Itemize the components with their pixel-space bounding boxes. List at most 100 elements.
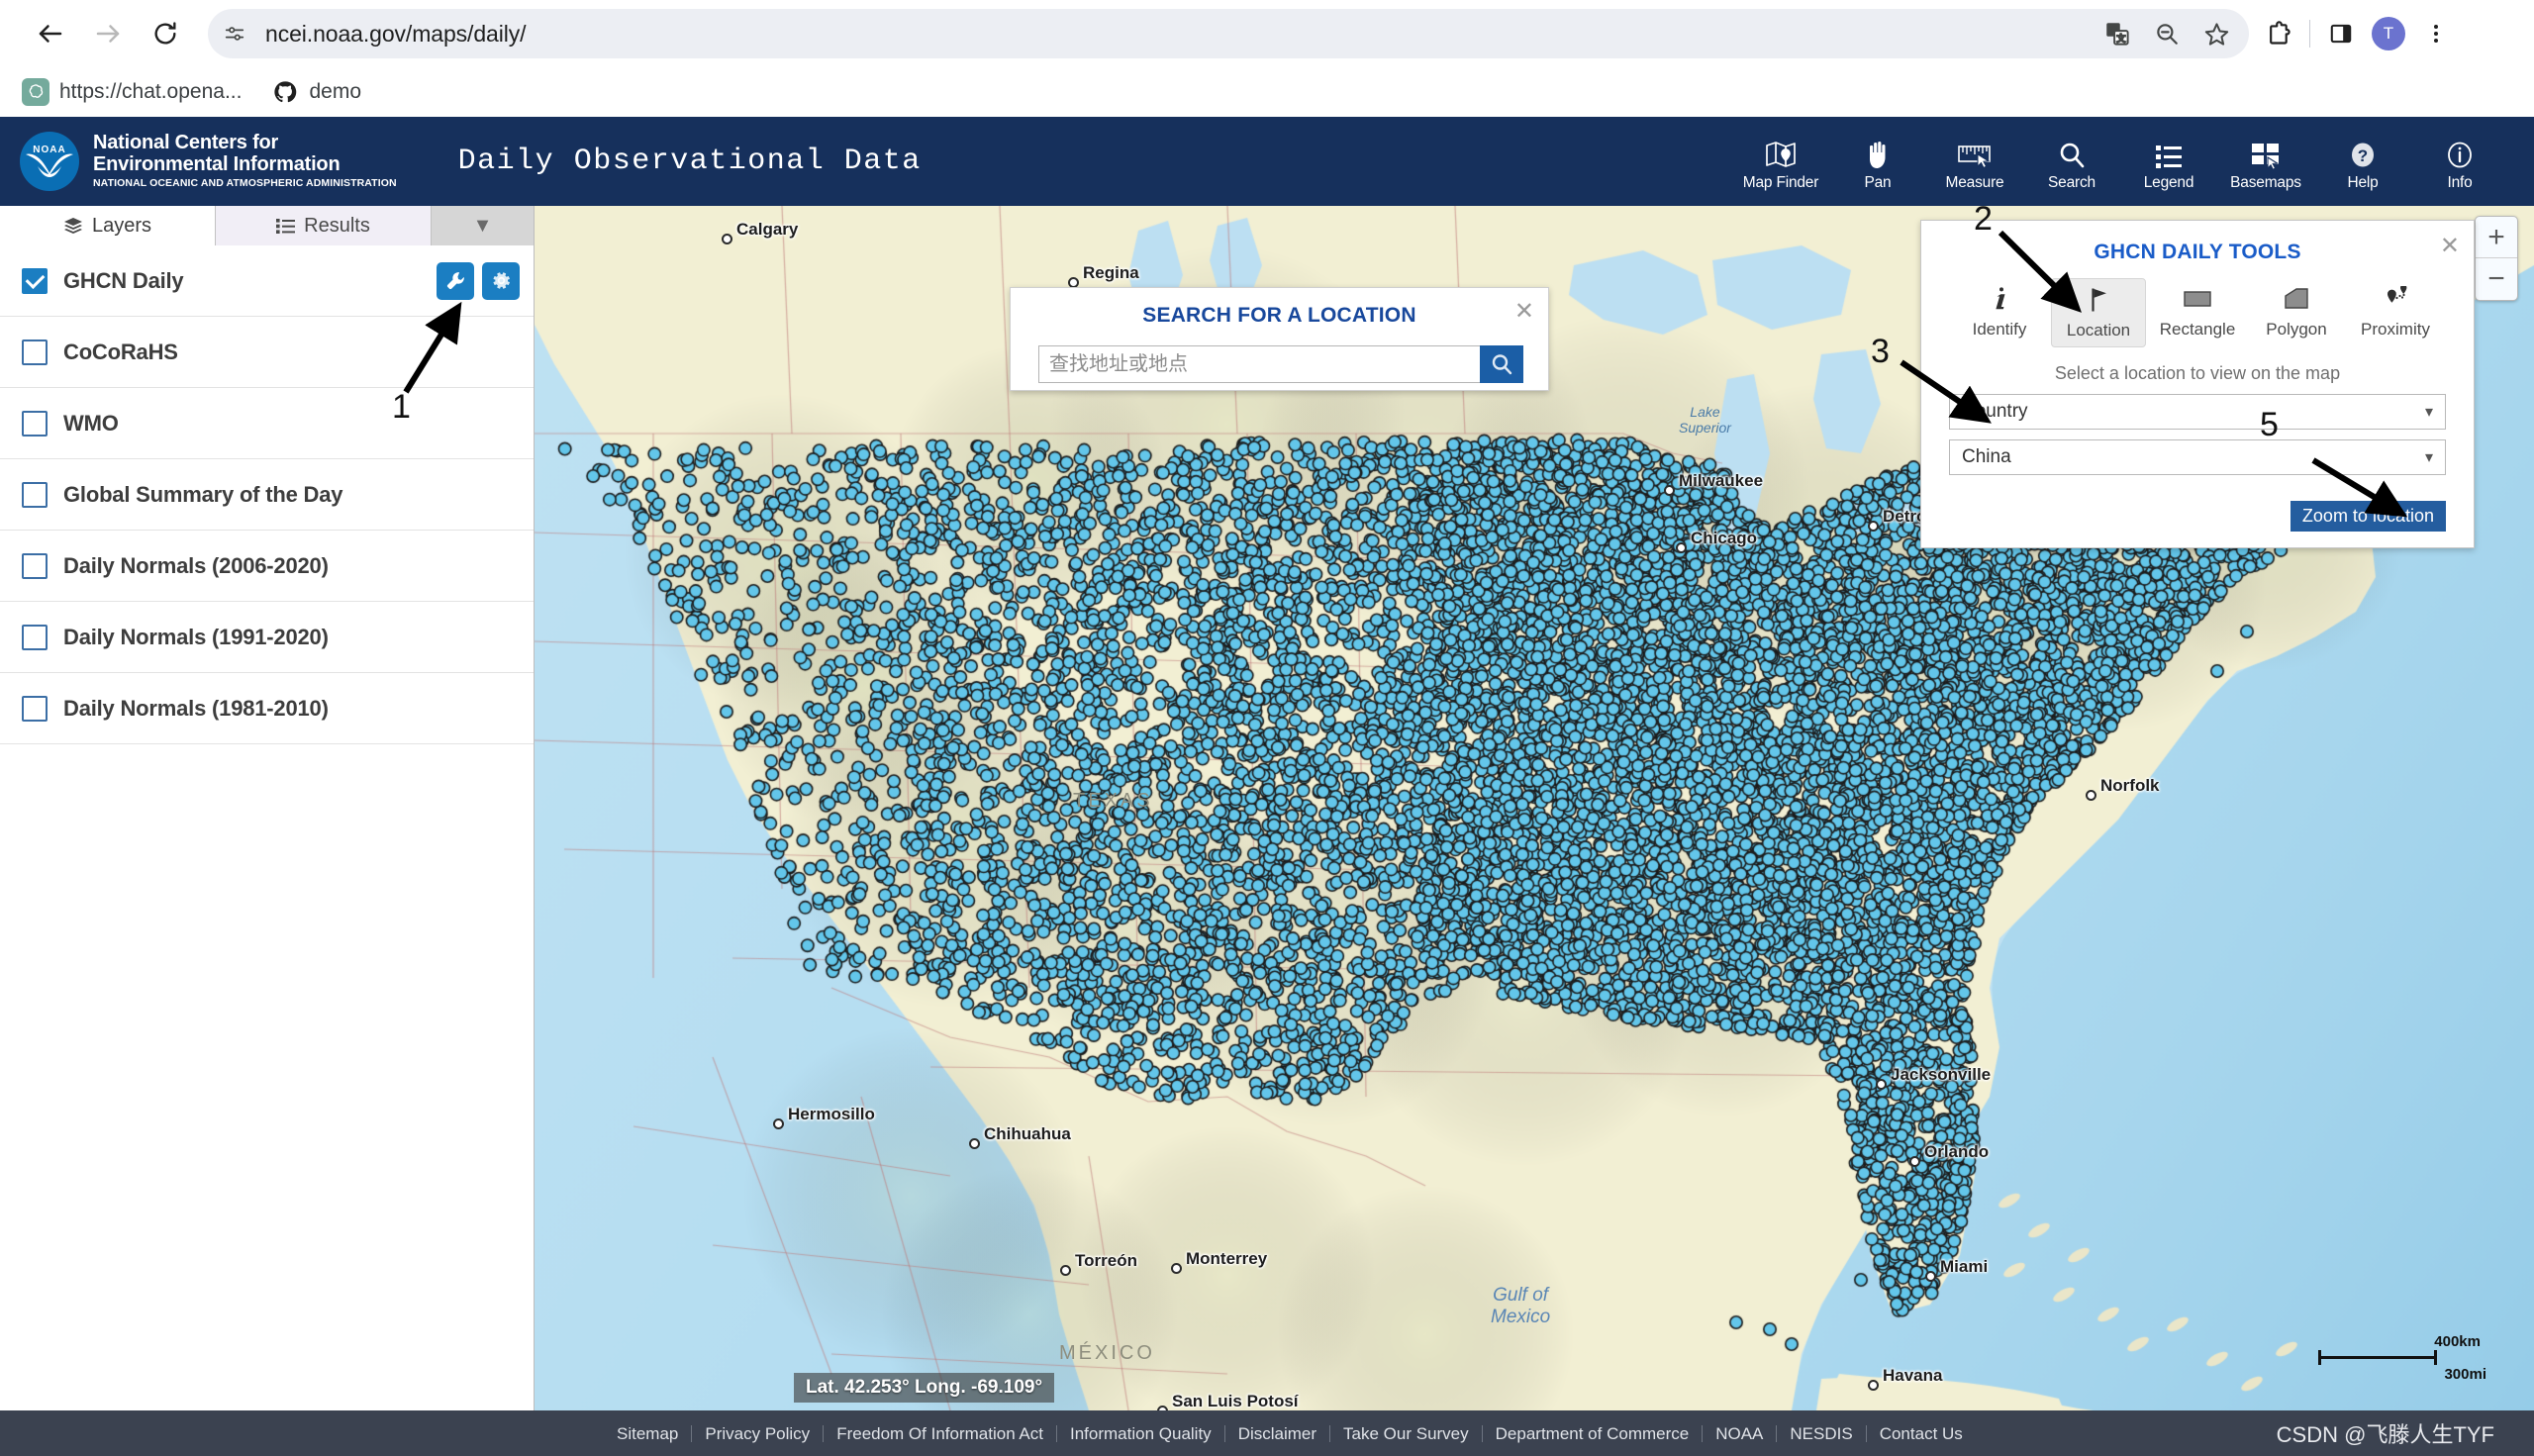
footer-link[interactable]: Take Our Survey xyxy=(1330,1424,1483,1442)
toolbar-divider xyxy=(2309,20,2310,48)
results-list-icon xyxy=(276,218,296,234)
info-italic-icon xyxy=(1991,284,2008,314)
panel-title: GHCN DAILY TOOLS xyxy=(2094,241,2301,263)
layer-checkbox[interactable] xyxy=(22,410,48,437)
layer-checkbox[interactable] xyxy=(22,481,48,508)
zoom-out-icon[interactable] xyxy=(2152,19,2182,49)
annotation-1: 1 xyxy=(392,388,411,426)
map-zoom-controls: + − xyxy=(2475,216,2518,301)
layer-row-cocorahs[interactable]: CoCoRaHS xyxy=(0,317,534,388)
forward-arrow-icon[interactable] xyxy=(79,5,137,62)
toolbar-map-finder[interactable]: Map Finder xyxy=(1732,131,1829,192)
layer-row-daily-normals-2006-2020[interactable]: Daily Normals (2006-2020) xyxy=(0,531,534,602)
bookmarks-bar: https://chat.opena... demo xyxy=(0,67,2534,117)
toolbar-info[interactable]: Info xyxy=(2411,131,2508,192)
layer-row-daily-normals-1981-2010[interactable]: Daily Normals (1981-2010) xyxy=(0,673,534,744)
footer-link[interactable]: NOAA xyxy=(1703,1424,1778,1442)
layer-row-wmo[interactable]: WMO xyxy=(0,388,534,459)
layer-checkbox[interactable] xyxy=(22,339,48,365)
magnifier-icon[interactable] xyxy=(1480,345,1523,383)
noaa-logo[interactable]: NOAA National Centers for Environmental … xyxy=(0,132,397,191)
tab-results[interactable]: Results xyxy=(216,206,432,245)
layer-label: CoCoRaHS xyxy=(63,339,178,364)
annotation-2: 2 xyxy=(1974,200,1993,238)
list-icon xyxy=(2154,135,2184,170)
chevron-down-icon[interactable]: ▼ xyxy=(432,206,534,245)
toolbar-help[interactable]: ? Help xyxy=(2314,131,2411,192)
dialog-title: SEARCH FOR A LOCATION xyxy=(1142,304,1416,327)
tool-proximity[interactable]: Proximity xyxy=(2348,278,2443,347)
layer-row-daily-normals-1991-2020[interactable]: Daily Normals (1991-2020) xyxy=(0,602,534,673)
site-settings-icon[interactable] xyxy=(214,13,255,54)
back-arrow-icon[interactable] xyxy=(22,5,79,62)
close-icon[interactable]: ✕ xyxy=(2440,235,2460,258)
toolbar-legend[interactable]: Legend xyxy=(2120,131,2217,192)
layer-checkbox[interactable] xyxy=(22,552,48,579)
country-select[interactable]: China ▾ xyxy=(1949,439,2446,475)
toolbar-search[interactable]: Search xyxy=(2023,131,2120,192)
tool-polygon[interactable]: Polygon xyxy=(2249,278,2344,347)
map-city-dot xyxy=(1876,1079,1887,1090)
omnibox[interactable]: ncei.noaa.gov/maps/daily/ G 文 xyxy=(208,9,2249,58)
left-panel: Layers Results ▼ GHCN Daily CoCoRaHS WMO… xyxy=(0,206,535,1410)
zoom-to-location-button[interactable]: Zoom to location xyxy=(2290,501,2446,532)
map-city-dot xyxy=(1676,542,1687,553)
layer-checkbox[interactable] xyxy=(22,267,48,294)
layer-row-ghcn-daily[interactable]: GHCN Daily xyxy=(0,245,534,317)
ruler-icon xyxy=(1957,135,1993,170)
scale-km-label: 400km xyxy=(2434,1333,2481,1350)
footer-link[interactable]: Department of Commerce xyxy=(1483,1424,1704,1442)
extensions-puzzle-icon[interactable] xyxy=(2255,10,2302,57)
rectangle-icon xyxy=(2183,284,2212,314)
map-city-dot xyxy=(1664,485,1675,496)
footer-link[interactable]: Privacy Policy xyxy=(692,1424,825,1442)
bookmark-demo[interactable]: demo xyxy=(271,78,361,106)
svg-text:文: 文 xyxy=(2116,32,2125,43)
tool-location[interactable]: Location xyxy=(2051,278,2146,347)
footer-link[interactable]: Contact Us xyxy=(1867,1425,1976,1442)
three-dot-menu-icon[interactable] xyxy=(2412,10,2460,57)
bookmark-chatgpt[interactable]: https://chat.opena... xyxy=(22,78,242,106)
app-header: NOAA National Centers for Environmental … xyxy=(0,117,2534,206)
tool-rectangle[interactable]: Rectangle xyxy=(2150,278,2245,347)
toolbar-basemaps[interactable]: Basemaps xyxy=(2217,131,2314,192)
toolbar-pan[interactable]: Pan xyxy=(1829,131,1926,192)
svg-text:?: ? xyxy=(2358,146,2368,165)
layer-checkbox[interactable] xyxy=(22,624,48,650)
wrench-icon[interactable] xyxy=(437,261,474,300)
header-toolbar: Map Finder Pan Measure Search Legend Bas… xyxy=(1732,131,2534,192)
search-input[interactable] xyxy=(1038,345,1480,383)
footer-link[interactable]: Sitemap xyxy=(604,1424,693,1442)
layer-row-global-summary-of-the-day[interactable]: Global Summary of the Day xyxy=(0,459,534,531)
star-icon[interactable] xyxy=(2201,19,2231,49)
footer-link[interactable]: Information Quality xyxy=(1057,1424,1225,1442)
layer-checkbox[interactable] xyxy=(22,695,48,722)
minus-icon[interactable]: − xyxy=(2476,258,2517,300)
gear-icon[interactable] xyxy=(482,261,520,300)
side-panel-icon[interactable] xyxy=(2317,10,2365,57)
toolbar-measure[interactable]: Measure xyxy=(1926,131,2023,192)
grid-squares-icon xyxy=(2250,135,2282,170)
footer-link[interactable]: NESDIS xyxy=(1777,1424,1867,1442)
url-text: ncei.noaa.gov/maps/daily/ xyxy=(265,20,527,47)
location-type-select[interactable]: Country ▾ xyxy=(1949,394,2446,430)
footer-link[interactable]: Freedom Of Information Act xyxy=(824,1424,1057,1442)
watermark: CSDN @飞滕人生TYF xyxy=(2276,1422,2494,1447)
translate-icon[interactable]: G 文 xyxy=(2102,19,2132,49)
map-city-dot xyxy=(722,234,732,244)
tab-layers[interactable]: Layers xyxy=(0,206,216,245)
noaa-seal-icon: NOAA xyxy=(20,132,79,191)
noaa-agency-title: National Centers for Environmental Infor… xyxy=(93,133,397,190)
browser-chrome: ncei.noaa.gov/maps/daily/ G 文 T https://… xyxy=(0,0,2534,117)
plus-icon[interactable]: + xyxy=(2476,217,2517,258)
layers-icon xyxy=(63,218,82,234)
agency-line-1: National Centers for xyxy=(93,132,279,154)
proximity-pins-icon xyxy=(2381,284,2410,314)
tool-label: Rectangle xyxy=(2159,320,2236,339)
footer-link[interactable]: Disclaimer xyxy=(1225,1424,1331,1442)
toolbar-label: Pan xyxy=(1864,174,1892,191)
reload-icon[interactable] xyxy=(137,5,194,62)
tool-identify[interactable]: Identify xyxy=(1952,278,2047,347)
close-icon[interactable]: ✕ xyxy=(1514,300,1534,324)
avatar[interactable]: T xyxy=(2365,10,2412,57)
